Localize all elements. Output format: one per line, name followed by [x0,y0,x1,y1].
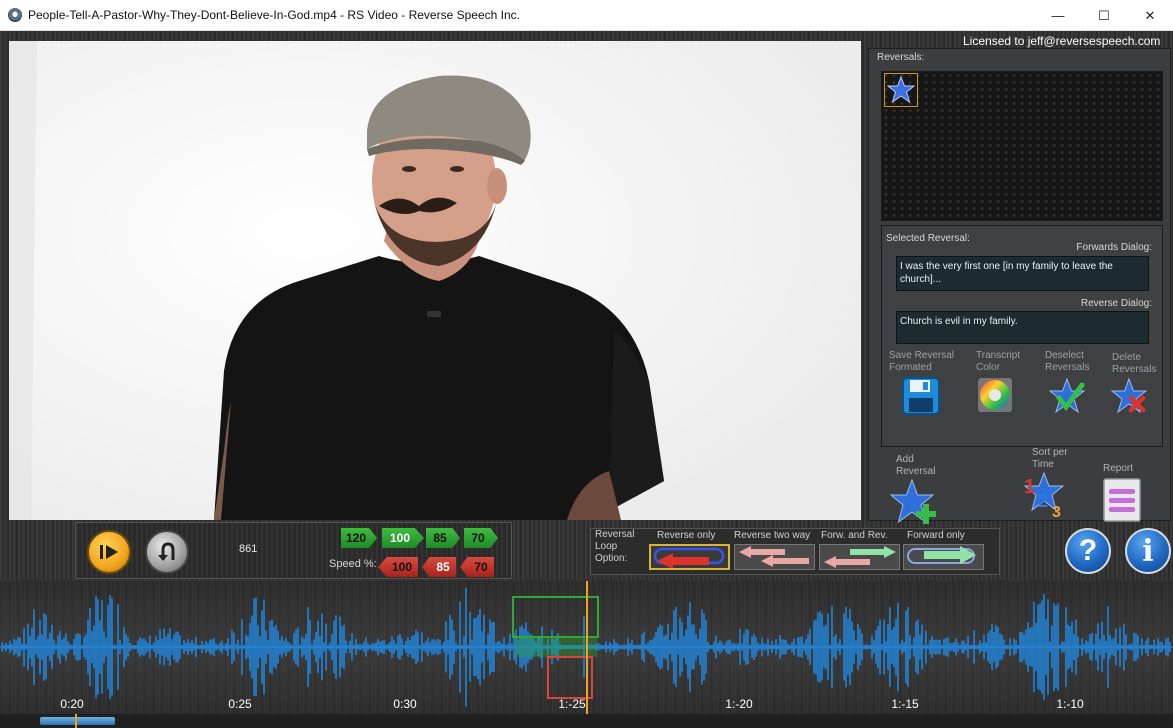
report-icon [1103,478,1141,522]
reverse-speed-70[interactable]: 70 [460,557,494,577]
close-button[interactable]: ✕ [1127,0,1173,31]
reversals-label: Reversals: [877,52,925,63]
scroll-thumb[interactable] [40,717,115,725]
loop-forward-only-button[interactable] [903,544,984,570]
time-label: 0:25 [228,697,252,711]
floppy-disk-icon [902,377,940,415]
video-player[interactable] [9,41,861,520]
help-button[interactable]: ? [1065,528,1111,574]
star-icon [886,75,916,104]
window-title: People-Tell-A-Pastor-Why-They-Dont-Belie… [28,8,520,22]
forward-speed-70[interactable]: 70 [464,528,498,548]
waveform-timeline[interactable]: 0:20 0:25 0:30 1:-25 1:-20 1:-15 1:-10 [0,581,1173,718]
reverse-speed-85[interactable]: 85 [422,557,456,577]
time-label: 0:30 [393,697,417,711]
scroll-position-marker [75,714,77,728]
loop-forw-rev-label: Forw. and Rev. [821,530,888,541]
report-label: Report [1103,463,1134,474]
selected-reversal-panel: Selected Reversal: Forwards Dialog: I wa… [881,225,1163,447]
play-button[interactable] [87,530,131,574]
add-reversal-button[interactable]: Add Reversal [889,454,956,531]
forwards-dialog-label: Forwards Dialog: [1076,242,1152,253]
speed-label: Speed %: [329,558,377,570]
reversal-item[interactable] [884,73,918,107]
star-delete-icon [1110,377,1148,414]
add-reversal-label: Add Reversal [896,454,936,477]
loop-option-label: Reversal Loop Option: [595,529,635,564]
loop-forw-rev-button[interactable] [819,544,900,570]
loop-options-panel: Reversal Loop Option: Reverse only Rever… [590,528,1000,575]
info-button[interactable]: i [1125,528,1171,574]
forwards-dialog-field[interactable]: I was the very first one [in my family t… [896,256,1149,291]
svg-text:1: 1 [1024,476,1035,498]
save-reversal-button[interactable]: Save Reversal Formated [889,350,964,421]
delete-reversals-label: Delete Reversals [1112,352,1157,375]
timeline-scrollbar[interactable] [0,714,1173,728]
sort-per-time-label: Sort per Time [1032,447,1068,470]
report-button[interactable]: Report [1103,463,1153,528]
color-wheel-icon [978,378,1012,412]
svg-text:3: 3 [1052,504,1061,519]
loop-button[interactable] [145,530,189,574]
reverse-arrow-icon [653,547,725,569]
playback-controls: 861 120 100 85 70 Speed %: 100 85 70 [75,522,512,579]
reverse-speed-100[interactable]: 100 [378,557,418,577]
star-add-icon [889,478,936,524]
selected-reversal-label: Selected Reversal: [886,233,970,244]
deselect-reversals-label: Deselect Reversals [1045,350,1090,373]
frame-counter: 861 [239,543,258,555]
play-icon [100,545,118,559]
forward-speed-120[interactable]: 120 [341,528,377,548]
deselect-reversals-button[interactable]: Deselect Reversals [1045,350,1105,421]
reversal-panel: Reversals: Selected Reversal: Forwards D… [868,48,1171,524]
sort-per-time-button[interactable]: Sort per Time 1 2 3 [1023,447,1092,524]
reverse-dialog-field[interactable]: Church is evil in my family. [896,311,1149,344]
sort-123-icon: 1 2 3 [1023,471,1065,521]
reverse-dialog-label: Reverse Dialog: [1080,298,1152,309]
time-label: 1:-10 [1056,697,1084,711]
time-label: 1:-15 [891,697,919,711]
video-frame [9,41,861,520]
time-label: 0:20 [60,697,84,711]
delete-reversals-button[interactable]: Delete Reversals [1110,352,1167,421]
star-check-icon [1048,377,1086,414]
waveform-graph [0,581,1173,718]
svg-text:2: 2 [1038,491,1048,511]
reverse-two-way-icon [739,546,809,567]
loop-reverse-two-way-button[interactable] [734,544,815,570]
reversals-list[interactable] [881,71,1163,221]
transcript-color-button[interactable]: Transcript Color [976,350,1036,419]
u-turn-icon [158,542,175,561]
title-bar: People-Tell-A-Pastor-Why-They-Dont-Belie… [0,0,1173,31]
time-label: 1:-25 [558,697,586,711]
minimize-button[interactable]: — [1035,0,1081,31]
forward-selection-fill [515,637,597,657]
forward-speed-85[interactable]: 85 [426,528,460,548]
loop-forward-only-label: Forward only [907,530,965,541]
app-icon [8,8,22,22]
time-label: 1:-20 [725,697,753,711]
forward-speed-100[interactable]: 100 [382,528,424,548]
maximize-button[interactable]: ☐ [1081,0,1127,31]
license-text: Licensed to jeff@reversespeech.com [963,34,1161,48]
app-body: Licensed to jeff@reversespeech.com Rever… [0,31,1173,728]
loop-reverse-two-way-label: Reverse two way [734,530,811,541]
forward-loop-icon [907,546,976,564]
loop-reverse-only-button[interactable] [649,544,730,570]
loop-reverse-only-label: Reverse only [657,530,716,541]
forward-reverse-icon [824,546,896,568]
save-reversal-label: Save Reversal Formated [889,350,955,373]
window-controls: — ☐ ✕ [1035,0,1173,31]
transcript-color-label: Transcript Color [976,350,1021,373]
